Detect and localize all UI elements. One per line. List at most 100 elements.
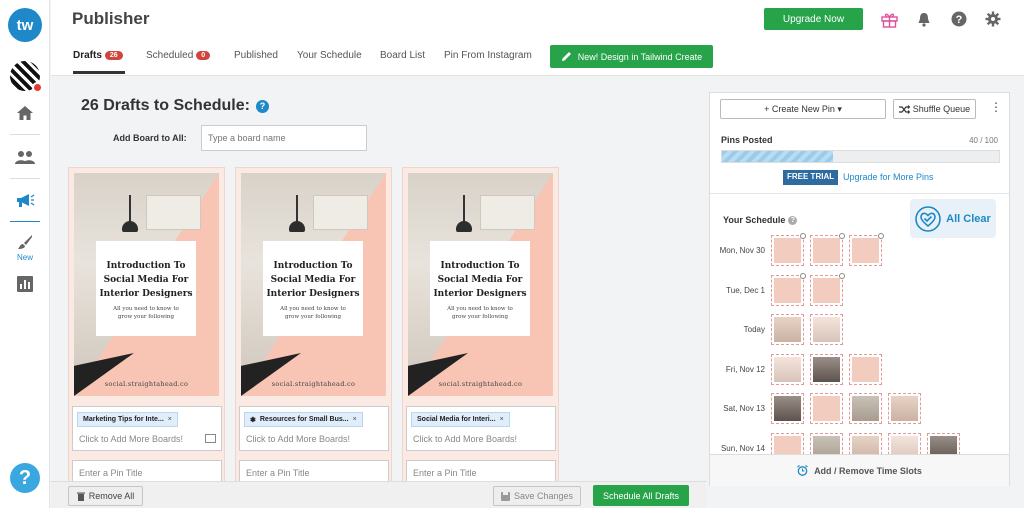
- schedule-slot[interactable]: [771, 314, 804, 345]
- drafts-area: 26 Drafts to Schedule:? Add Board to All…: [51, 77, 706, 508]
- pencil-icon: [561, 52, 571, 61]
- upgrade-now-button[interactable]: Upgrade Now: [764, 8, 863, 30]
- add-board-label: Add Board to All:: [113, 133, 187, 143]
- calendar-icon[interactable]: [205, 434, 216, 443]
- schedule-panel: + Create New Pin ▾ Shuffle Queue ⋮ Pins …: [709, 92, 1010, 486]
- chip-remove-icon[interactable]: ×: [168, 416, 172, 423]
- schedule-slot[interactable]: [810, 272, 845, 306]
- chip-remove-icon[interactable]: ×: [500, 416, 504, 423]
- slot-status-icon: [800, 272, 806, 279]
- pin-image[interactable]: Introduction To Social Media For Interio…: [241, 173, 386, 396]
- board-chip[interactable]: Marketing Tips for Inte... ×: [77, 412, 178, 427]
- top-header: Publisher Upgrade Now ?: [51, 0, 1024, 38]
- schedule-slot[interactable]: [888, 393, 921, 424]
- tab-pin-from-instagram[interactable]: Pin From Instagram: [444, 50, 532, 61]
- remove-all-button[interactable]: Remove All: [68, 486, 143, 506]
- board-selector[interactable]: Marketing Tips for Inte... × Click to Add…: [72, 406, 222, 451]
- save-icon: [500, 491, 510, 501]
- schedule-slot[interactable]: [771, 353, 804, 385]
- pins-posted-progress: [721, 150, 1000, 163]
- add-more-boards[interactable]: Click to Add More Boards!: [79, 434, 183, 444]
- new-label: New: [16, 253, 33, 262]
- board-chip[interactable]: Social Media for Interi... ×: [411, 412, 510, 427]
- pinterest-badge-icon: [32, 82, 43, 93]
- free-trial-badge: FREE TRIAL: [783, 170, 839, 185]
- schedule-slot[interactable]: [810, 353, 843, 385]
- active-divider: [10, 221, 40, 222]
- tab-board-list[interactable]: Board List: [380, 50, 425, 61]
- schedule-slot[interactable]: [771, 272, 806, 306]
- create-new-pin-button[interactable]: + Create New Pin ▾: [720, 99, 886, 119]
- pins-posted-count: 40 / 100: [969, 136, 998, 145]
- page-title: Publisher: [72, 9, 150, 28]
- help-button[interactable]: ?: [10, 463, 40, 493]
- board-selector[interactable]: ❃ Resources for Small Bus... × Click to Ad…: [239, 406, 389, 451]
- schedule-slot[interactable]: [771, 233, 806, 266]
- pin-headline: Introduction To Social Media For Interio…: [99, 261, 193, 299]
- schedule-slot[interactable]: [849, 233, 884, 266]
- all-clear-indicator: All Clear: [910, 199, 996, 238]
- pin-image[interactable]: Introduction To Social Media For Interio…: [74, 173, 219, 396]
- more-options-icon[interactable]: ⋮: [990, 100, 1002, 114]
- schedule-slot[interactable]: [771, 393, 804, 424]
- draft-card: Introduction To Social Media For Interio…: [402, 167, 559, 508]
- gear-icon[interactable]: [984, 10, 1002, 28]
- shuffle-icon: [898, 104, 910, 114]
- schedule-day-label: Sat, Nov 13: [723, 404, 765, 413]
- schedule-slot[interactable]: [810, 233, 845, 266]
- time-slots-button[interactable]: Add / Remove Time Slots: [710, 454, 1009, 486]
- analytics-icon[interactable]: [13, 273, 37, 295]
- brush-icon[interactable]: [13, 231, 37, 253]
- add-board-input[interactable]: [201, 125, 367, 151]
- design-in-tailwind-create-button[interactable]: New! Design in Tailwind Create: [550, 45, 713, 68]
- tab-drafts[interactable]: Drafts 26: [73, 50, 123, 61]
- add-more-boards[interactable]: Click to Add More Boards!: [246, 434, 350, 444]
- chip-remove-icon[interactable]: ×: [353, 416, 357, 423]
- info-icon[interactable]: ?: [255, 99, 269, 113]
- pin-url: social.straightahead.co: [438, 380, 523, 388]
- tailwind-logo[interactable]: tw: [8, 8, 42, 42]
- megaphone-icon[interactable]: [13, 189, 37, 211]
- shuffle-queue-button[interactable]: Shuffle Queue: [893, 99, 976, 119]
- svg-text:?: ?: [956, 14, 963, 26]
- save-changes-button[interactable]: Save Changes: [493, 486, 581, 506]
- tab-scheduled[interactable]: Scheduled 0: [146, 50, 211, 61]
- draft-card: Introduction To Social Media For Interio…: [235, 167, 392, 508]
- schedule-all-drafts-button[interactable]: Schedule All Drafts: [593, 485, 689, 506]
- pin-subline: All you need to know to grow your follow…: [447, 306, 513, 320]
- upgrade-more-pins-link[interactable]: Upgrade for More Pins: [843, 172, 934, 182]
- bottom-action-bar: Remove All Save Changes Schedule All Dra…: [51, 481, 706, 508]
- board-chip[interactable]: ❃ Resources for Small Bus... ×: [244, 412, 363, 427]
- schedule-slot[interactable]: [810, 393, 843, 424]
- gift-icon[interactable]: [880, 10, 898, 28]
- active-tab-underline: [73, 71, 125, 74]
- people-icon[interactable]: [13, 146, 37, 168]
- add-more-boards[interactable]: Click to Add More Boards!: [413, 434, 517, 444]
- schedule-slot[interactable]: [849, 353, 882, 385]
- pendant-lamp: [289, 221, 305, 232]
- account-avatar[interactable]: [10, 61, 43, 93]
- pin-image[interactable]: Introduction To Social Media For Interio…: [408, 173, 553, 396]
- pin-subline: All you need to know to grow your follow…: [280, 306, 346, 320]
- scheduled-count-badge: 0: [196, 51, 211, 60]
- alarm-clock-icon: [797, 465, 808, 476]
- schedule-day-label: Sun, Nov 14: [720, 443, 765, 453]
- pin-headline: Introduction To Social Media For Interio…: [266, 261, 360, 299]
- schedule-day-label: Mon, Nov 30: [719, 246, 765, 255]
- tribe-icon: ❃: [250, 416, 256, 424]
- help-icon[interactable]: ?: [788, 215, 798, 225]
- pin-headline: Introduction To Social Media For Interio…: [433, 261, 527, 299]
- schedule-slot[interactable]: [849, 393, 882, 424]
- bell-icon[interactable]: [915, 10, 933, 28]
- tab-your-schedule[interactable]: Your Schedule: [297, 50, 362, 61]
- tab-published[interactable]: Published: [234, 50, 278, 61]
- board-selector[interactable]: Social Media for Interi... × Click to Add…: [406, 406, 556, 451]
- schedule-slot[interactable]: [810, 314, 843, 345]
- your-schedule-heading: Your Schedule?: [723, 215, 798, 225]
- help-icon[interactable]: ?: [950, 10, 968, 28]
- pendant-lamp: [456, 221, 472, 232]
- draft-card: Introduction To Social Media For Interio…: [68, 167, 225, 508]
- slot-status-icon: [878, 233, 884, 239]
- left-rail: tw New ?: [0, 0, 50, 508]
- home-icon[interactable]: [13, 102, 37, 124]
